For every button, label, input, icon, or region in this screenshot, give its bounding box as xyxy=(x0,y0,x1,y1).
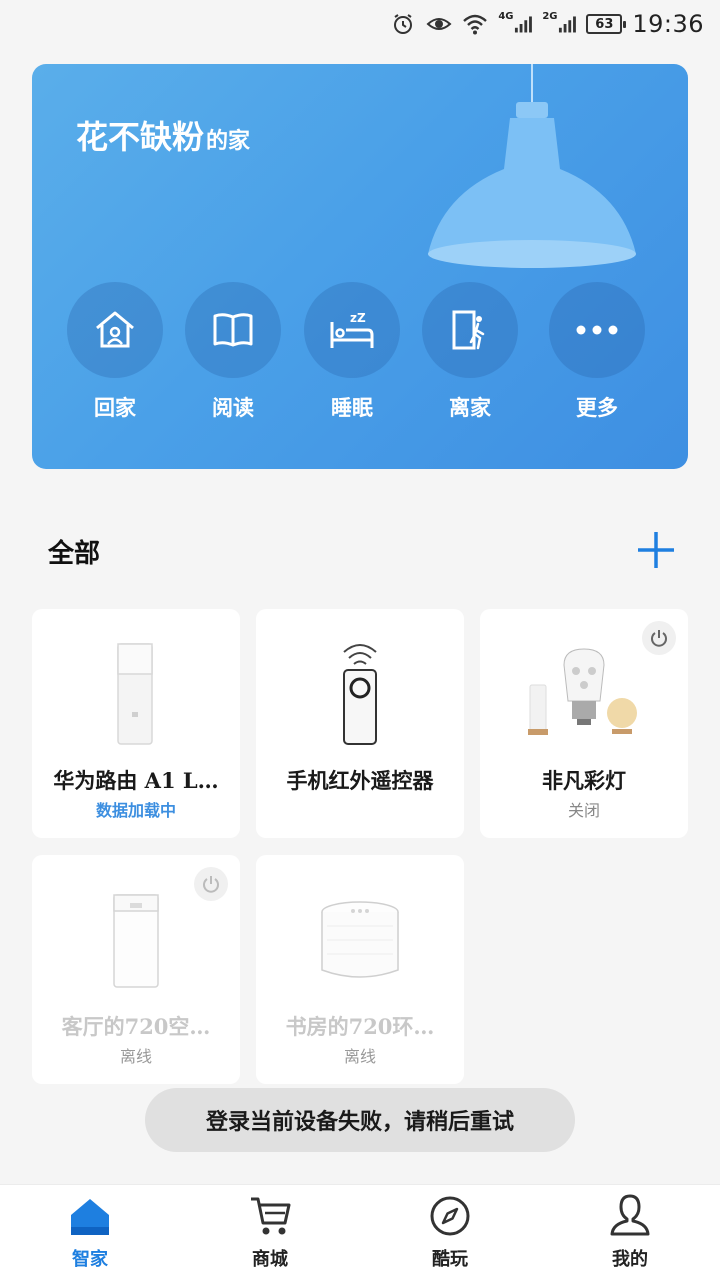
sleep-bed-icon[interactable]: zZ xyxy=(304,282,400,378)
remote-control-icon xyxy=(256,633,464,757)
device-name: 手机红外遥控器 xyxy=(286,768,434,793)
smart-home-icon xyxy=(71,1199,109,1235)
nav-store[interactable]: 商城 xyxy=(210,1185,330,1280)
lamp-illustration xyxy=(392,64,652,288)
scene-leave-home[interactable]: 离家 xyxy=(422,282,518,422)
scene-label: 睡眠 xyxy=(331,395,373,420)
bottom-navigation: 智家 商城 酷玩 我的 xyxy=(0,1184,720,1280)
nav-label: 酷玩 xyxy=(432,1249,468,1270)
device-card-ir-remote[interactable]: 手机红外遥控器 xyxy=(256,609,464,838)
home-hero-card: 花不缺粉的家 回家 阅读 zZ 睡眠 离家 更多 xyxy=(32,64,688,469)
nav-smart-home[interactable]: 智家 xyxy=(30,1185,150,1280)
compass-icon xyxy=(430,1196,470,1236)
scene-label: 更多 xyxy=(576,395,618,420)
nav-label: 我的 xyxy=(612,1249,648,1270)
book-icon[interactable] xyxy=(185,282,281,378)
cart-icon xyxy=(251,1197,291,1235)
error-toast: 登录当前设备失败，请稍后重试 xyxy=(145,1088,575,1152)
device-name: 客厅的720空… xyxy=(61,1014,211,1039)
device-status: 离线 xyxy=(343,1047,376,1066)
plus-icon xyxy=(638,532,674,568)
color-bulb-icon xyxy=(480,633,688,757)
air-purifier-icon xyxy=(32,879,240,1003)
nav-profile[interactable]: 我的 xyxy=(570,1185,690,1280)
device-card-router[interactable]: 华为路由 A1 L… 数据加载中 xyxy=(32,609,240,838)
device-name: 非凡彩灯 xyxy=(542,768,626,793)
environment-monitor-icon xyxy=(256,879,464,1003)
network-type-2: 2G xyxy=(542,10,558,22)
home-name: 花不缺粉 xyxy=(76,118,205,156)
scene-more[interactable]: 更多 xyxy=(549,282,645,422)
device-card-color-bulb[interactable]: 非凡彩灯 关闭 xyxy=(480,609,688,838)
device-name: 华为路由 A1 L… xyxy=(53,768,219,793)
device-card-air-purifier[interactable]: 客厅的720空… 离线 xyxy=(32,855,240,1084)
scene-sleep[interactable]: zZ 睡眠 xyxy=(304,282,400,422)
clock: 19:36 xyxy=(632,10,704,38)
add-device-button[interactable] xyxy=(632,526,680,574)
home-suffix: 的家 xyxy=(206,128,251,154)
scene-go-home[interactable]: 回家 xyxy=(67,282,163,422)
device-status: 关闭 xyxy=(567,801,600,820)
battery-indicator: 63 xyxy=(586,14,627,34)
network-type-1: 4G xyxy=(498,10,514,22)
leave-door-icon[interactable] xyxy=(422,282,518,378)
device-card-environment-monitor[interactable]: 书房的720环… 离线 xyxy=(256,855,464,1084)
scene-shortcuts: 回家 阅读 zZ 睡眠 离家 更多 xyxy=(32,282,688,432)
section-title-all: 全部 xyxy=(48,539,101,569)
home-icon[interactable] xyxy=(67,282,163,378)
wifi-icon xyxy=(462,11,488,37)
device-status: 离线 xyxy=(119,1047,152,1066)
device-status: 数据加载中 xyxy=(95,801,176,820)
scene-reading[interactable]: 阅读 xyxy=(185,282,281,422)
svg-text:zZ: zZ xyxy=(350,311,366,325)
nav-label: 智家 xyxy=(72,1249,108,1270)
device-name: 书房的720环… xyxy=(285,1014,435,1039)
scene-label: 回家 xyxy=(94,395,136,420)
scene-label: 离家 xyxy=(449,395,491,420)
signal-4g-icon: 4G xyxy=(498,11,532,37)
status-bar: 4G 2G 63 19:36 xyxy=(0,0,720,48)
more-dots-icon[interactable] xyxy=(549,282,645,378)
eye-comfort-icon xyxy=(426,11,452,37)
home-title[interactable]: 花不缺粉的家 xyxy=(76,112,250,158)
scene-label: 阅读 xyxy=(212,395,254,420)
signal-2g-icon: 2G xyxy=(542,11,576,37)
router-icon xyxy=(32,633,240,757)
alarm-icon xyxy=(390,11,416,37)
person-icon xyxy=(610,1194,650,1236)
nav-label: 商城 xyxy=(252,1249,288,1270)
nav-discover[interactable]: 酷玩 xyxy=(390,1185,510,1280)
